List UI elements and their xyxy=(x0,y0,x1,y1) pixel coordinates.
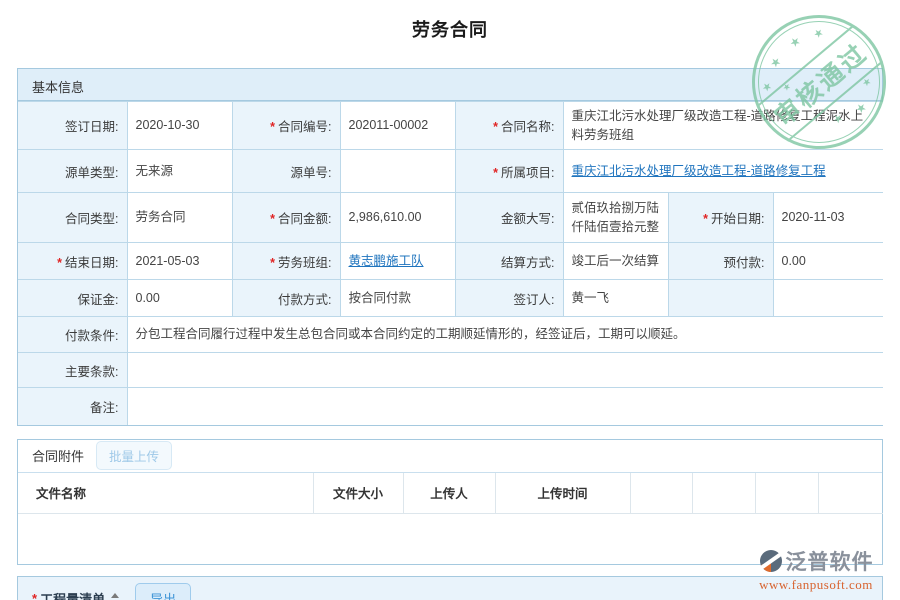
column-empty xyxy=(630,473,692,514)
field-label-contract-type: 合同类型: xyxy=(18,193,127,243)
field-value-payment-method: 按合同付款 xyxy=(340,280,455,317)
field-label-end-date: *结束日期: xyxy=(18,243,127,280)
field-value-contract-name: 重庆江北污水处理厂级改造工程-道路修复工程泥水上料劳务班组 xyxy=(563,102,883,150)
table-row: 备注: xyxy=(18,388,883,425)
table-row: *结束日期: 2021-05-03 *劳务班组: 黄志鹏施工队 结算方式: 竣工… xyxy=(18,243,883,280)
field-value-contract-no: 202011-00002 xyxy=(340,102,455,150)
field-value-payment-terms: 分包工程合同履行过程中发生总包合同或本合同约定的工期顺延情形的，经签证后，工期可… xyxy=(127,317,883,353)
export-button[interactable]: 导出 xyxy=(135,583,191,600)
field-label-amount-words: 金额大写: xyxy=(455,193,563,243)
field-label-signer: 签订人: xyxy=(455,280,563,317)
required-asterisk: * xyxy=(57,256,62,270)
field-label-source-type: 源单类型: xyxy=(18,150,127,193)
field-label-settlement: 结算方式: xyxy=(455,243,563,280)
required-asterisk: * xyxy=(493,120,498,134)
table-row: 主要条款: xyxy=(18,353,883,388)
field-label-contract-no: *合同编号: xyxy=(232,102,340,150)
attachments-table: 文件名称 文件大小 上传人 上传时间 xyxy=(18,473,883,515)
field-value-empty xyxy=(773,280,883,317)
field-value-main-clauses xyxy=(127,353,883,388)
field-value-end-date: 2021-05-03 xyxy=(127,243,232,280)
required-asterisk: * xyxy=(493,166,498,180)
sort-icon[interactable] xyxy=(111,593,119,600)
column-uploader: 上传人 xyxy=(403,473,495,514)
required-asterisk: * xyxy=(703,212,708,226)
field-value-signer: 黄一飞 xyxy=(563,280,668,317)
field-value-settlement: 竣工后一次结算 xyxy=(563,243,668,280)
field-value-deposit: 0.00 xyxy=(127,280,232,317)
field-label-contract-name: *合同名称: xyxy=(455,102,563,150)
attachments-section-title: 合同附件 xyxy=(32,446,84,465)
page-title: 劳务合同 xyxy=(0,0,900,42)
project-link[interactable]: 重庆江北污水处理厂级改造工程-道路修复工程 xyxy=(572,164,826,178)
attachments-empty-body xyxy=(18,514,882,564)
attachments-header: 合同附件 批量上传 xyxy=(18,440,882,473)
required-asterisk: * xyxy=(270,256,275,270)
column-empty xyxy=(692,473,755,514)
field-value-sign-date: 2020-10-30 xyxy=(127,102,232,150)
field-value-contract-type: 劳务合同 xyxy=(127,193,232,243)
basic-info-section-title: 基本信息 xyxy=(18,69,882,101)
field-label-sign-date: 签订日期: xyxy=(18,102,127,150)
sort-up-arrow xyxy=(111,593,119,598)
labor-team-link[interactable]: 黄志鹏施工队 xyxy=(349,254,424,268)
field-value-prepayment: 0.00 xyxy=(773,243,883,280)
field-label-labor-team: *劳务班组: xyxy=(232,243,340,280)
table-row: 合同类型: 劳务合同 *合同金额: 2,986,610.00 金额大写: 贰佰玖… xyxy=(18,193,883,243)
column-empty xyxy=(755,473,818,514)
labor-contract-page: 劳务合同 审核通过 基本信息 签订日期: 2020-10-30 *合同编号: 2… xyxy=(0,0,900,600)
field-value-amount: 2,986,610.00 xyxy=(340,193,455,243)
basic-info-table: 签订日期: 2020-10-30 *合同编号: 202011-00002 *合同… xyxy=(18,101,883,425)
field-label-amount: *合同金额: xyxy=(232,193,340,243)
boq-toolbar: * 工程量清单 导出 xyxy=(17,576,883,600)
basic-info-panel: 基本信息 签订日期: 2020-10-30 *合同编号: 202011-0000… xyxy=(17,68,883,426)
field-label-start-date: *开始日期: xyxy=(668,193,773,243)
field-value-source-no xyxy=(340,150,455,193)
field-label-project: *所属项目: xyxy=(455,150,563,193)
field-value-start-date: 2020-11-03 xyxy=(773,193,883,243)
field-label-payment-method: 付款方式: xyxy=(232,280,340,317)
required-asterisk: * xyxy=(32,591,37,600)
field-label-remarks: 备注: xyxy=(18,388,127,425)
column-file-size: 文件大小 xyxy=(313,473,403,514)
field-value-remarks xyxy=(127,388,883,425)
required-asterisk: * xyxy=(270,212,275,226)
table-row: 源单类型: 无来源 源单号: *所属项目: 重庆江北污水处理厂级改造工程-道路修… xyxy=(18,150,883,193)
field-value-amount-words: 贰佰玖拾捌万陆仟陆佰壹拾元整 xyxy=(563,193,668,243)
field-label-source-no: 源单号: xyxy=(232,150,340,193)
table-row: 签订日期: 2020-10-30 *合同编号: 202011-00002 *合同… xyxy=(18,102,883,150)
column-upload-time: 上传时间 xyxy=(495,473,630,514)
field-label-prepayment: 预付款: xyxy=(668,243,773,280)
required-asterisk: * xyxy=(270,120,275,134)
field-label-main-clauses: 主要条款: xyxy=(18,353,127,388)
field-value-project: 重庆江北污水处理厂级改造工程-道路修复工程 xyxy=(563,150,883,193)
field-label-empty xyxy=(668,280,773,317)
table-row: 保证金: 0.00 付款方式: 按合同付款 签订人: 黄一飞 xyxy=(18,280,883,317)
field-value-labor-team: 黄志鹏施工队 xyxy=(340,243,455,280)
batch-upload-button[interactable]: 批量上传 xyxy=(96,441,172,470)
table-row: 付款条件: 分包工程合同履行过程中发生总包合同或本合同约定的工期顺延情形的，经签… xyxy=(18,317,883,353)
field-label-payment-terms: 付款条件: xyxy=(18,317,127,353)
field-value-source-type: 无来源 xyxy=(127,150,232,193)
column-empty xyxy=(818,473,883,514)
attachments-header-row: 文件名称 文件大小 上传人 上传时间 xyxy=(18,473,883,514)
column-file-name: 文件名称 xyxy=(18,473,313,514)
field-label-deposit: 保证金: xyxy=(18,280,127,317)
attachments-panel: 合同附件 批量上传 文件名称 文件大小 上传人 上传时间 xyxy=(17,439,883,566)
boq-label: 工程量清单 xyxy=(40,589,105,600)
